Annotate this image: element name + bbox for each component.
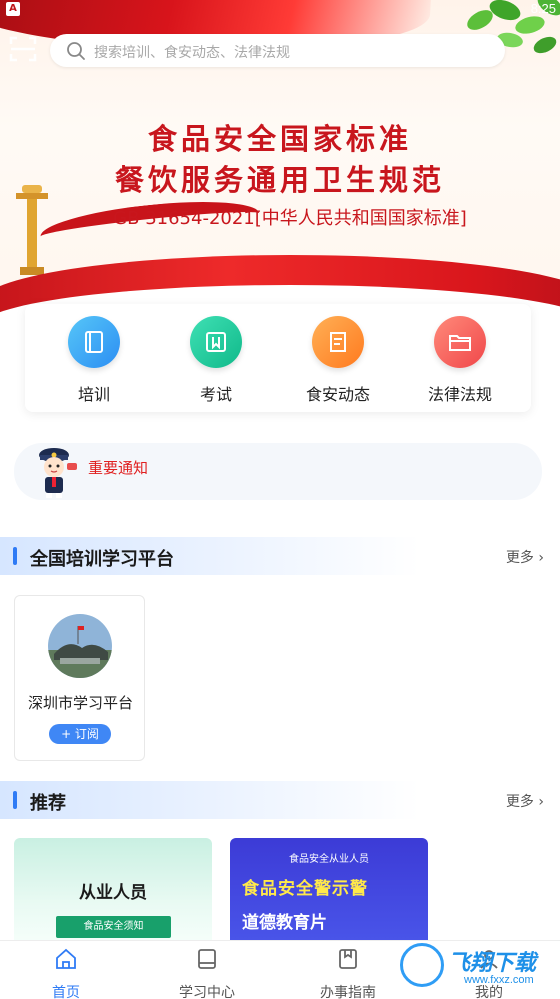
section-header-platform: 全国培训学习平台 更多 › xyxy=(0,537,560,575)
notice-label: 重要通知 xyxy=(88,459,149,477)
recommend-subtitle: 道德教育片 xyxy=(242,913,327,933)
scan-icon[interactable] xyxy=(8,34,38,64)
app-notification-icon: A xyxy=(6,2,20,16)
nav-item-home[interactable]: 首页 xyxy=(16,947,116,999)
menu-item-laws[interactable]: 法律法规 xyxy=(410,316,510,408)
book-icon xyxy=(198,949,216,969)
banner-title-line2: 餐饮服务通用卫生规范 xyxy=(114,163,445,197)
menu-label: 法律法规 xyxy=(427,385,492,404)
recommend-card-2[interactable]: 食品安全从业人员 食品安全警示警 道德教育片 xyxy=(230,838,428,948)
search-icon xyxy=(67,42,85,60)
section-title: 全国培训学习平台 xyxy=(30,549,174,570)
recommend-top-label: 食品安全从业人员 xyxy=(289,854,369,865)
nav-label: 办事指南 xyxy=(320,985,376,999)
section-accent-bar xyxy=(13,791,17,809)
section-header-recommend: 推荐 更多 › xyxy=(0,781,560,819)
platform-avatar xyxy=(48,614,112,678)
nav-item-learning-center[interactable]: 学习中心 xyxy=(157,947,257,999)
news-icon xyxy=(312,316,364,368)
banner-title-line1: 食品安全国家标准 xyxy=(147,122,412,156)
status-bar: A 8:25 xyxy=(0,0,560,20)
menu-item-food-safety-news[interactable]: 食安动态 xyxy=(288,316,388,408)
home-icon xyxy=(56,948,76,969)
nav-item-guide[interactable]: 办事指南 xyxy=(298,947,398,999)
more-label: 更多 xyxy=(505,550,534,566)
menu-label: 食安动态 xyxy=(305,385,370,404)
more-link[interactable]: 更多 › xyxy=(506,791,544,811)
watermark-logo-icon xyxy=(400,943,444,987)
recommend-tag: 食品安全须知 xyxy=(56,916,171,938)
more-label: 更多 xyxy=(505,794,534,810)
watermark-url: www.fxxz.com xyxy=(464,974,534,986)
menu-label: 培训 xyxy=(77,385,110,404)
section-accent-bar xyxy=(13,547,17,565)
platform-name: 深圳市学习平台 xyxy=(27,694,133,712)
platform-card[interactable]: 深圳市学习平台 + 订阅 xyxy=(14,595,145,761)
quick-menu: 培训 考试 食安动态 法律法规 xyxy=(25,304,531,412)
search-input[interactable]: 搜索培训、食安动态、法律法规 xyxy=(94,42,290,62)
recommend-card-1[interactable]: 从业人员 食品安全须知 xyxy=(14,838,212,948)
menu-item-training[interactable]: 培训 xyxy=(44,316,144,408)
subscribe-button[interactable]: + 订阅 xyxy=(49,724,111,744)
police-mascot-icon xyxy=(39,448,77,498)
exam-icon xyxy=(190,316,242,368)
menu-label: 考试 xyxy=(199,385,232,404)
recommend-main-title: 食品安全警示警 xyxy=(242,879,368,899)
section-title: 推荐 xyxy=(30,793,66,814)
folder-icon xyxy=(434,316,486,368)
book-icon xyxy=(68,316,120,368)
chevron-right-icon: › xyxy=(538,550,544,566)
nav-label: 学习中心 xyxy=(179,985,235,999)
status-time: 8:25 xyxy=(530,1,556,16)
more-link[interactable]: 更多 › xyxy=(506,547,544,567)
banner-subtitle: GB 31654-2021[中华人民共和国国家标准] xyxy=(113,208,467,229)
chevron-right-icon: › xyxy=(538,794,544,810)
nav-label: 首页 xyxy=(52,985,80,999)
recommend-title: 从业人员 xyxy=(79,883,147,903)
document-icon xyxy=(339,949,357,969)
important-notice[interactable]: 重要通知 xyxy=(14,443,542,500)
watermark: 飞翔下载 www.fxxz.com xyxy=(400,941,550,995)
search-bar[interactable]: 搜索培训、食安动态、法律法规 xyxy=(50,34,505,67)
menu-item-exam[interactable]: 考试 xyxy=(166,316,266,408)
watermark-text: 飞翔下载 xyxy=(448,951,537,976)
